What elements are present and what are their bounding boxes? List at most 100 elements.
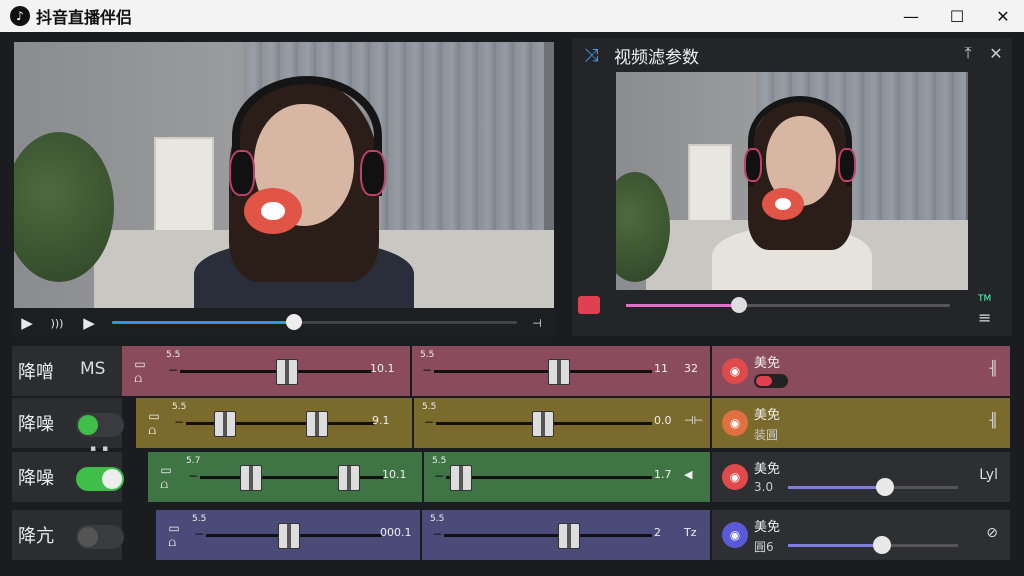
filter-video-preview[interactable] xyxy=(616,72,968,290)
row-label-cell: 降亢 xyxy=(12,510,124,560)
minus-icon: − xyxy=(434,469,445,483)
effect-end-icon[interactable]: ⊘ xyxy=(986,525,998,541)
fader-segment: 5.7 − 10.1 xyxy=(178,452,422,502)
fader-label: 5.5 xyxy=(430,514,445,524)
fader-label: 5.5 xyxy=(432,456,447,466)
row-label: 降亢 xyxy=(18,526,54,547)
fader-label: 5.5 xyxy=(422,402,437,412)
fader-handle[interactable] xyxy=(558,523,580,549)
fader-handle[interactable] xyxy=(214,411,236,437)
effect-end-icon[interactable]: ╢ xyxy=(990,361,998,377)
minus-icon: − xyxy=(432,527,443,541)
volume-icon[interactable]: ))) xyxy=(48,314,66,332)
shuffle-icon: ⤨ xyxy=(584,45,599,66)
douyin-logo-icon: ♪ xyxy=(10,6,30,26)
minus-icon: − xyxy=(168,363,179,377)
row-label: 降噪 xyxy=(18,468,54,489)
effect-slider-handle[interactable] xyxy=(875,478,894,496)
effect-name: 美免 xyxy=(754,356,781,371)
fader-end-icon[interactable]: Tz xyxy=(684,526,697,539)
panel-close-icon[interactable]: ✕ xyxy=(986,43,1006,63)
fader-segment: 5.5 − 2 Tz xyxy=(422,510,710,560)
end-icon[interactable]: ⊣ xyxy=(528,314,546,332)
fader-handle[interactable] xyxy=(306,411,328,437)
fader-value: 10.1 xyxy=(382,468,407,481)
noise-toggle[interactable] xyxy=(76,413,124,437)
fader-value: 0.0 xyxy=(654,414,672,427)
fader-segment: 5.5 − 10.1 xyxy=(158,346,410,396)
effect-sub: 装圓 xyxy=(754,428,779,442)
effect-icon[interactable]: ◉ xyxy=(722,358,748,384)
status-dots: ▪▪ xyxy=(90,444,115,454)
effect-sub: 3.0 xyxy=(754,480,774,494)
fader-value: 000.1 xyxy=(380,526,412,539)
row-label-cell: 降噪 ▪▪ xyxy=(12,444,124,502)
effect-cell: ◉ 美免 ⊘ 圓6 xyxy=(712,510,1010,560)
close-button[interactable]: ✕ xyxy=(980,0,1024,32)
fader-segment: 5.5 − 1.7 ◀ xyxy=(424,452,710,502)
menu-icon[interactable]: ≡ xyxy=(978,308,991,327)
mic-overlay-icon-small xyxy=(762,188,804,220)
effect-end-icon[interactable]: ╢ xyxy=(990,413,998,429)
fader-label: 5.7 xyxy=(186,456,201,466)
fader-segment: 5.5 − 9.1 xyxy=(164,398,412,448)
fader-segment: 5.5 − 0.0 ⊣⊢ xyxy=(414,398,710,448)
main-video-preview[interactable] xyxy=(14,42,554,308)
row-label: 降噪 xyxy=(18,414,54,435)
row-label-cell: 降噌 MS xyxy=(12,346,122,396)
row-type-icon: ▭ ⩍ xyxy=(122,346,158,396)
fader-end-icon[interactable]: ◀ xyxy=(684,468,692,481)
minus-icon: − xyxy=(174,415,185,429)
effect-toggle[interactable] xyxy=(754,374,788,388)
minimize-button[interactable]: — xyxy=(888,0,934,32)
seek-handle[interactable] xyxy=(286,314,303,330)
effect-cell: ◉ 美免 ╢ xyxy=(712,346,1010,396)
noise-toggle[interactable] xyxy=(76,525,124,549)
next-icon[interactable]: ▶ xyxy=(80,314,98,332)
fader-handle[interactable] xyxy=(240,465,262,491)
app-title: 抖音直播伴侣 xyxy=(36,8,133,27)
mode-label[interactable]: MS xyxy=(80,359,105,379)
title-bar: ♪ 抖音直播伴侣 — ☐ ✕ xyxy=(0,0,1024,32)
minus-icon: − xyxy=(188,469,199,483)
filter-slider[interactable] xyxy=(626,297,950,313)
fader-value: 10.1 xyxy=(370,362,395,375)
fader-label: 5.5 xyxy=(420,350,435,360)
filter-panel-header: ⤨ 视频滤参数 ⤒ ✕ xyxy=(572,38,1012,70)
corner-label: TM xyxy=(978,294,992,304)
fader-value: 11 xyxy=(654,362,668,375)
effect-icon[interactable]: ◉ xyxy=(722,522,748,548)
filter-panel-title: 视频滤参数 xyxy=(614,48,699,68)
effect-icon[interactable]: ◉ xyxy=(722,410,748,436)
mixer-row: 降噌 MS ▭ ⩍ 5.5 − 10.1 5.5 − 11 32 ◉ 美免 ╢ xyxy=(12,346,1010,396)
fader-handle[interactable] xyxy=(338,465,360,491)
camera-icon[interactable] xyxy=(578,296,600,314)
fader-handle[interactable] xyxy=(450,465,472,491)
effect-slider-handle[interactable] xyxy=(872,536,891,554)
fader-handle[interactable] xyxy=(532,411,554,437)
row-label-cell: 降噪 xyxy=(12,398,124,448)
effect-slider[interactable] xyxy=(788,478,958,496)
filter-slider-handle[interactable] xyxy=(731,297,748,313)
effect-slider[interactable] xyxy=(788,536,958,554)
fader-handle[interactable] xyxy=(276,359,298,385)
play-icon[interactable]: ▶ xyxy=(18,314,36,332)
seek-bar[interactable] xyxy=(112,314,517,330)
pin-icon[interactable]: ⤒ xyxy=(958,43,978,63)
fader-label: 5.5 xyxy=(172,402,187,412)
filter-slider-fill xyxy=(626,304,740,307)
effect-end-icon[interactable]: Lyl xyxy=(979,467,998,483)
row-label: 降噌 xyxy=(18,362,54,383)
effect-name: 美免 xyxy=(754,408,781,423)
fader-segment: 5.5 − 11 32 xyxy=(412,346,710,396)
noise-toggle[interactable] xyxy=(76,467,124,491)
fader-value: 9.1 xyxy=(372,414,390,427)
maximize-button[interactable]: ☐ xyxy=(934,0,980,32)
fader-end-icon[interactable]: 32 xyxy=(684,362,698,375)
fader-label: 5.5 xyxy=(192,514,207,524)
fader-end-icon[interactable]: ⊣⊢ xyxy=(684,414,703,427)
fader-handle[interactable] xyxy=(278,523,300,549)
effect-icon[interactable]: ◉ xyxy=(722,464,748,490)
fader-handle[interactable] xyxy=(548,359,570,385)
fader-label: 5.5 xyxy=(166,350,181,360)
